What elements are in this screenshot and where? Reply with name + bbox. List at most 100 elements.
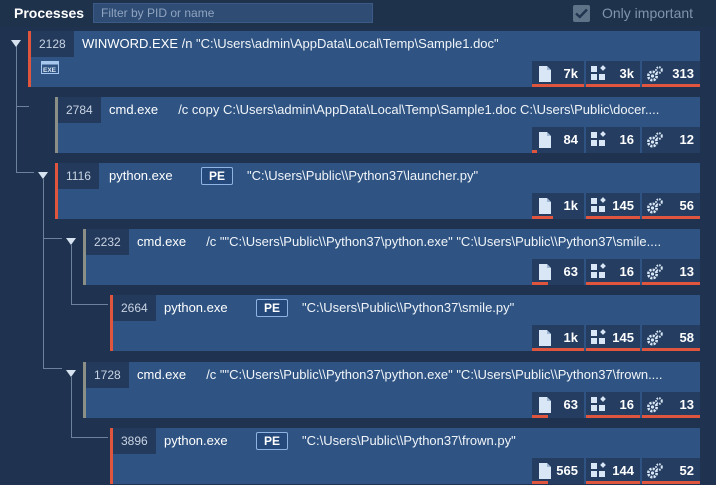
process-name: cmd.exe <box>137 367 187 382</box>
metric-files[interactable]: 565 <box>532 458 584 484</box>
metric-level <box>642 216 700 219</box>
gears-icon <box>646 197 664 215</box>
metric-value: 313 <box>672 66 694 81</box>
filter-input[interactable] <box>93 3 373 23</box>
checkmark-icon <box>575 8 588 19</box>
command-line: "C:\Users\Public\\Python37\frown.py" <box>302 433 516 448</box>
pid-label: 2664 <box>113 295 156 321</box>
metric-registry[interactable]: 16 <box>586 392 640 418</box>
metric-registry[interactable]: 144 <box>586 458 640 484</box>
expand-toggle-2232[interactable] <box>66 238 76 245</box>
processes-header: Processes Only important <box>0 0 716 27</box>
metric-value: 7k <box>563 66 578 81</box>
only-important-label: Only important <box>602 5 694 21</box>
process-name: python.exe <box>164 433 228 448</box>
metric-modules[interactable]: 13 <box>642 392 700 418</box>
process-node-1728[interactable]: 1728 cmd.exe/c ""C:\Users\Public\\Python3… <box>83 362 700 418</box>
metric-modules[interactable]: 12 <box>642 127 700 153</box>
file-icon <box>536 329 554 347</box>
panel-title: Processes <box>14 5 85 21</box>
metric-modules[interactable]: 56 <box>642 193 700 219</box>
metric-value: 58 <box>679 330 694 345</box>
metric-level <box>532 84 584 87</box>
metric-level <box>586 348 640 351</box>
process-node-2232[interactable]: 2232 cmd.exe/c ""C:\Users\Public\\Python3… <box>83 229 700 285</box>
metric-files[interactable]: 7k <box>532 61 584 87</box>
metric-value: 12 <box>679 132 694 147</box>
command-line: /c copy C:\Users\admin\AppData\Local\Tem… <box>178 102 660 117</box>
metrics-group: 565 144 52 <box>530 458 700 484</box>
file-icon <box>536 396 554 414</box>
metric-files[interactable]: 63 <box>532 392 584 418</box>
metric-registry[interactable]: 16 <box>586 259 640 285</box>
metric-value: 145 <box>612 198 634 213</box>
metric-level <box>532 348 584 351</box>
metric-level <box>642 481 700 484</box>
registry-icon <box>590 197 608 215</box>
metric-value: 16 <box>619 132 634 147</box>
process-node-1116[interactable]: 1116 python.exe PE "C:\Users\Public\\Python… <box>55 163 700 219</box>
metric-modules[interactable]: 58 <box>642 325 700 351</box>
process-name: WINWORD.EXE <box>82 36 179 51</box>
metric-value: 3k <box>619 66 634 81</box>
metric-level <box>642 348 700 351</box>
only-important-checkbox[interactable] <box>573 5 590 22</box>
process-name: cmd.exe <box>137 234 187 249</box>
metric-level <box>532 481 548 484</box>
metric-files[interactable]: 63 <box>532 259 584 285</box>
registry-icon <box>590 65 608 83</box>
metric-registry[interactable]: 145 <box>586 193 640 219</box>
metric-value: 63 <box>563 264 578 279</box>
metric-registry[interactable]: 145 <box>586 325 640 351</box>
pe-badge: PE <box>201 167 234 185</box>
command-line: /c ""C:\Users\Public\\Python37\python.ex… <box>206 367 663 382</box>
pid-label: 3896 <box>113 428 156 454</box>
metric-level <box>586 415 640 418</box>
metric-modules[interactable]: 13 <box>642 259 700 285</box>
registry-icon <box>590 263 608 281</box>
pid-label: 2784 <box>58 97 101 123</box>
process-node-3896[interactable]: 3896 python.exe PE "C:\Users\Public\\Python… <box>110 428 700 484</box>
metric-value: 1k <box>563 330 578 345</box>
metric-modules[interactable]: 52 <box>642 458 700 484</box>
gears-icon <box>646 462 664 480</box>
metric-level <box>586 481 640 484</box>
gears-icon <box>646 263 664 281</box>
process-name: python.exe <box>164 300 228 315</box>
pe-badge: PE <box>256 299 289 317</box>
registry-icon <box>590 329 608 347</box>
metric-level <box>586 216 640 219</box>
process-name: cmd.exe <box>109 102 159 117</box>
metric-files[interactable]: 1k <box>532 193 584 219</box>
metric-level <box>532 150 537 153</box>
metric-files[interactable]: 84 <box>532 127 584 153</box>
registry-icon <box>590 396 608 414</box>
gears-icon <box>646 396 664 414</box>
expand-toggle-2128[interactable] <box>11 40 21 47</box>
process-node-2128[interactable]: 2128 WINWORD.EXE/n "C:\Users\admin\AppDat… <box>28 31 700 87</box>
gears-icon <box>646 65 664 83</box>
metric-value: 565 <box>556 463 578 478</box>
metric-level <box>642 84 700 87</box>
metric-level <box>532 282 548 285</box>
metric-files[interactable]: 1k <box>532 325 584 351</box>
file-icon <box>536 263 554 281</box>
metric-registry[interactable]: 16 <box>586 127 640 153</box>
metric-value: 13 <box>679 264 694 279</box>
metric-value: 56 <box>679 198 694 213</box>
expand-toggle-1116[interactable] <box>38 172 48 179</box>
metric-level <box>642 415 700 418</box>
process-node-2664[interactable]: 2664 python.exe PE "C:\Users\Public\\Python… <box>110 295 700 351</box>
exe-icon: EXE <box>41 61 59 74</box>
metric-level <box>532 216 553 219</box>
metric-modules[interactable]: 313 <box>642 61 700 87</box>
metrics-group: 63 16 13 <box>530 259 700 285</box>
process-node-2784[interactable]: 2784 cmd.exe/c copy C:\Users\admin\AppDat… <box>55 97 700 153</box>
metric-value: 1k <box>563 198 578 213</box>
metric-registry[interactable]: 3k <box>586 61 640 87</box>
metric-value: 63 <box>563 397 578 412</box>
file-icon <box>536 462 554 480</box>
metric-value: 16 <box>619 397 634 412</box>
file-icon <box>536 65 554 83</box>
expand-toggle-1728[interactable] <box>66 370 76 377</box>
